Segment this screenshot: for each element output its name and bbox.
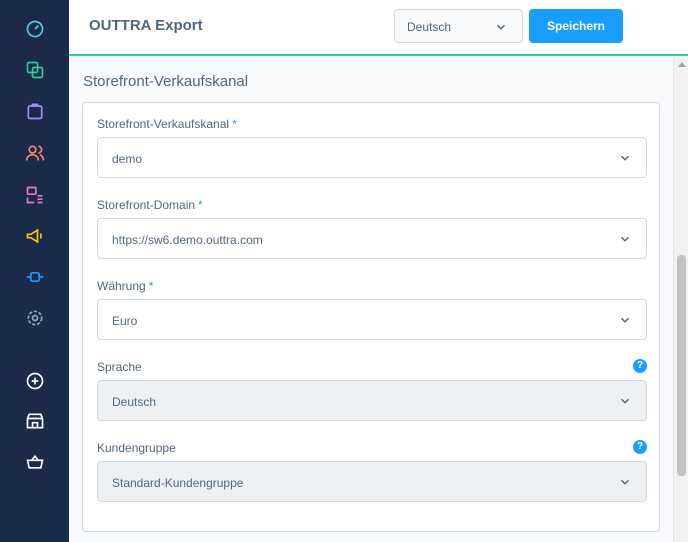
chevron-down-icon [620, 317, 630, 323]
field-label-domain: Storefront-Domain * [97, 198, 203, 212]
sidebar [0, 0, 69, 542]
catalog-icon[interactable] [24, 59, 46, 81]
select-value: Standard-Kundengruppe [112, 476, 244, 490]
basket-icon[interactable] [24, 451, 46, 473]
extensions-icon[interactable] [24, 266, 46, 288]
language-select[interactable]: Deutsch [394, 9, 523, 43]
content-area: Storefront-Verkaufskanal Storefront-Verk… [69, 58, 673, 542]
customer-group-select[interactable]: Standard-Kundengruppe [97, 461, 647, 502]
add-icon[interactable] [24, 370, 46, 392]
settings-icon[interactable] [24, 307, 46, 329]
top-bar: OUTTRA Export Deutsch Speichern [69, 0, 688, 56]
chevron-down-icon [496, 24, 506, 30]
orders-icon[interactable] [24, 100, 46, 122]
content-icon[interactable] [24, 184, 46, 206]
store-icon[interactable] [24, 410, 46, 432]
language-select-value: Deutsch [407, 20, 452, 34]
currency-select[interactable]: Euro [97, 299, 647, 340]
field-label-customer-group: Kundengruppe [97, 441, 176, 455]
chevron-down-icon [620, 398, 630, 404]
scrollbar[interactable] [673, 58, 688, 542]
chevron-down-icon [620, 479, 630, 485]
language-field-select[interactable]: Deutsch [97, 380, 647, 421]
field-label-language: Sprache [97, 360, 142, 374]
section-title: Storefront-Verkaufskanal [83, 73, 249, 90]
dashboard-icon[interactable] [24, 18, 46, 40]
field-label-text: Storefront-Verkaufskanal [97, 117, 230, 131]
field-label-sales-channel: Storefront-Verkaufskanal * [97, 117, 237, 131]
select-value: demo [112, 152, 143, 166]
field-label-currency: Währung * [97, 279, 153, 293]
page-title: OUTTRA Export [89, 17, 203, 34]
chevron-down-icon [620, 236, 630, 242]
scrollbar-thumb[interactable] [677, 255, 686, 476]
domain-select[interactable]: https://sw6.demo.outtra.com [97, 218, 647, 259]
select-value: Euro [112, 314, 138, 328]
required-marker: * [198, 198, 203, 212]
chevron-down-icon [620, 155, 630, 161]
required-marker: * [232, 117, 237, 131]
select-value: https://sw6.demo.outtra.com [112, 233, 263, 247]
field-label-text: Währung [97, 279, 146, 293]
save-button[interactable]: Speichern [529, 9, 623, 43]
sales-channel-select[interactable]: demo [97, 137, 647, 178]
settings-card: Storefront-Verkaufskanal * demo Storefron… [82, 102, 660, 532]
field-label-text: Storefront-Domain [97, 198, 196, 212]
customers-icon[interactable] [24, 142, 46, 164]
help-icon[interactable]: ? [633, 440, 647, 454]
scroll-up-arrow-icon[interactable] [678, 62, 686, 67]
select-value: Deutsch [112, 395, 157, 409]
help-icon[interactable]: ? [633, 359, 647, 373]
required-marker: * [148, 279, 154, 293]
marketing-icon[interactable] [24, 225, 46, 247]
